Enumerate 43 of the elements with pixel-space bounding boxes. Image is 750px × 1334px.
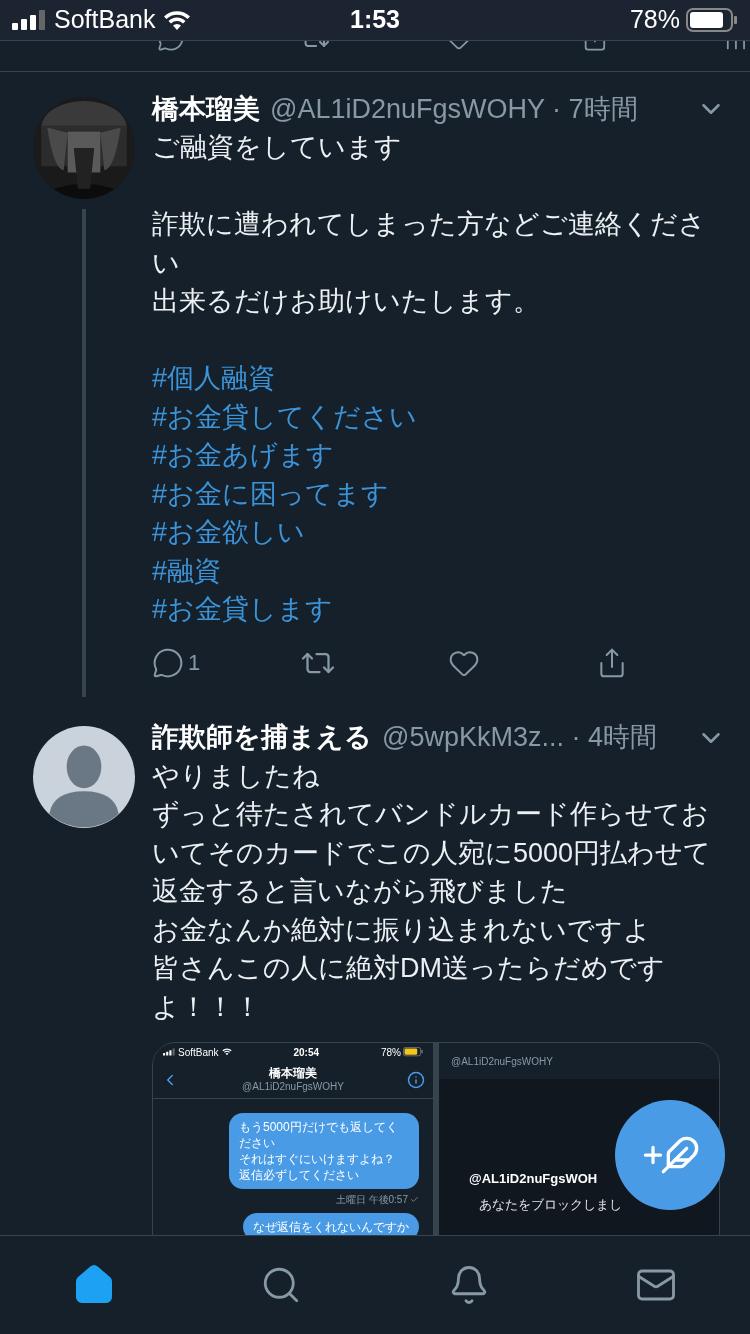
tweet-text: ご融資をしています [152,131,403,164]
chat-title: 橋本瑠美 [269,1065,317,1080]
tweet-text: 出来るだけお助けいたします。 [152,285,541,318]
default-avatar-icon [33,725,135,828]
tweet-text: やりましたね [152,759,321,793]
message-timestamp: 土曜日 午後0:57 [335,1193,408,1207]
status-time: 20:54 [293,1045,320,1060]
carrier-name: SoftBank [178,1045,219,1060]
blocked-message: あなたをブロックしまし [478,1195,623,1214]
hashtag-link[interactable]: #個人融資 [152,359,276,398]
hashtag-link[interactable]: #お金あげます [152,436,335,475]
handle-and-time: @AL1iD2nuFgsWOHY · 7時間 [270,92,638,126]
tweet-text: 詐欺に遭われてしまった方などご連絡ください [152,208,707,280]
message-bubble: なぜ返信をくれないんですか [243,1213,419,1235]
battery-icon [686,8,738,32]
hashtag-link[interactable]: #お金貸します [152,590,334,629]
battery-icon [403,1047,423,1057]
hashtag-link[interactable]: #お金に困ってます [152,474,390,513]
profile-handle: @AL1iD2nuFgsWOHY [451,1054,553,1069]
display-name[interactable]: 橋本瑠美 [152,88,260,130]
message-bubble: もう5000円だけでも返してください それはすぐにいけますよね？ 返信必ずしてください [229,1113,419,1189]
hashtag-link[interactable]: #お金貸してください [152,397,418,436]
check-icon [410,1195,419,1204]
blocked-handle: @AL1iD2nuFgsWOH [469,1170,599,1188]
hashtag-link[interactable]: #お金欲しい [152,513,306,552]
reply-icon[interactable] [152,646,184,679]
carrier-name: SoftBank [54,4,156,36]
tweet-text: お金なんか絶対に振り込まれないですよ [152,913,652,947]
wifi-icon [163,10,192,30]
reply-count: 1 [188,649,201,677]
display-name[interactable]: 詐欺師を捕まえる [152,717,372,758]
signal-icon [12,10,46,30]
battery-percent: 78% [381,1045,401,1060]
chat-handle: @AL1iD2nuFgsWOHY [242,1079,344,1094]
wifi-icon [221,1048,232,1056]
info-icon[interactable] [407,1070,425,1089]
tweet-text: 皆さんこの人に絶対DM送ったらだめですよ！！！ [152,952,666,1024]
signal-icon [163,1048,175,1056]
battery-percent: 78% [629,4,680,36]
tweet-text: ずっと待たされてバンドルカード作らせておいてそのカードでこの人宛に5000円払わせて返金すると言いながら飛びました [152,798,712,908]
hashtag-link[interactable]: #融資 [152,551,222,590]
status-time: 1:53 [350,4,400,36]
handle-and-time: @5wpKkM3z... · 4時間 [382,721,657,755]
